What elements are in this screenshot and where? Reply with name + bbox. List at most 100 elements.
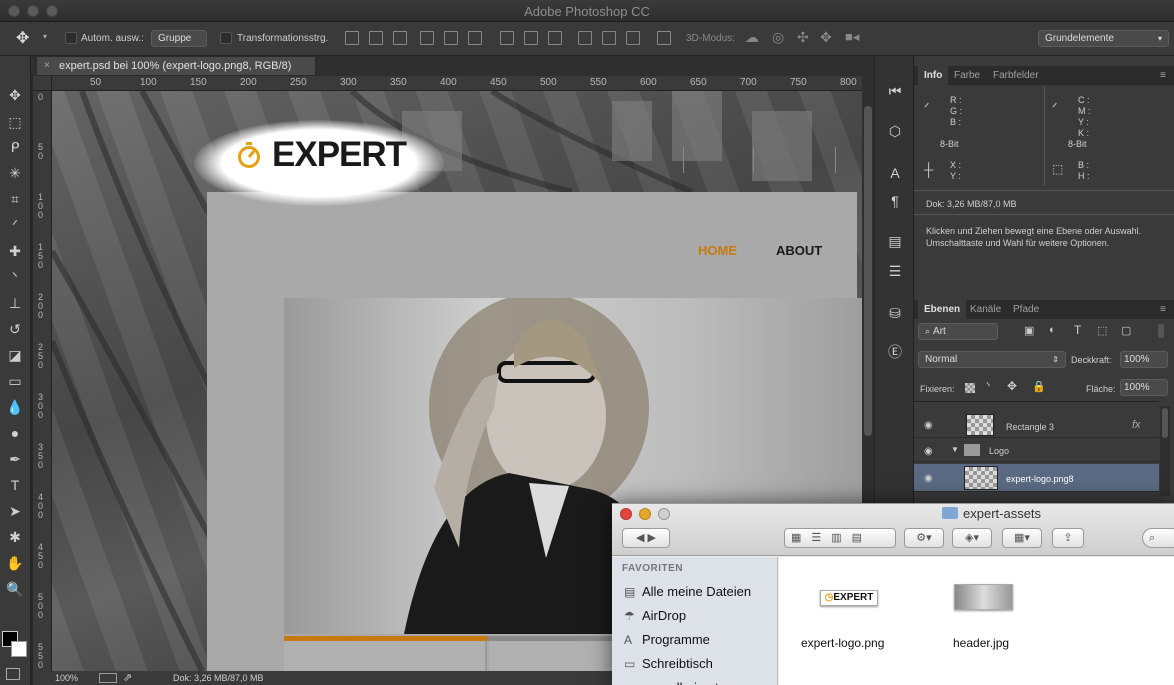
align-right-icon[interactable] bbox=[468, 31, 482, 45]
dodge-tool-icon[interactable]: ● bbox=[3, 422, 27, 444]
arrange-button[interactable]: ▦▾ bbox=[1002, 528, 1042, 548]
close-tab-icon[interactable]: × bbox=[44, 57, 50, 75]
scrollbar-thumb[interactable] bbox=[864, 106, 872, 436]
distribute-top-icon[interactable] bbox=[500, 31, 514, 45]
sidebar-item-programme[interactable]: A Programme bbox=[624, 632, 710, 647]
filter-toggle[interactable] bbox=[1158, 324, 1164, 338]
workspace-dropdown[interactable]: Grundelemente ▾ bbox=[1038, 30, 1169, 47]
character-panel-icon[interactable]: A bbox=[884, 162, 906, 184]
export-icon[interactable] bbox=[99, 673, 117, 683]
history-brush-tool-icon[interactable]: ↺ bbox=[3, 318, 27, 340]
filter-shape-icon[interactable]: ⬚ bbox=[1097, 324, 1107, 337]
header-jpg-thumbnail[interactable] bbox=[954, 584, 1013, 610]
search-field[interactable]: ⌕ bbox=[1142, 528, 1174, 548]
move-tool-icon[interactable]: ✥ bbox=[3, 84, 27, 106]
nav-about[interactable]: ABOUT bbox=[776, 243, 822, 258]
distribute-bottom-icon[interactable] bbox=[548, 31, 562, 45]
align-top-icon[interactable] bbox=[345, 31, 359, 45]
eraser-tool-icon[interactable]: ◪ bbox=[3, 344, 27, 366]
tab-pfade[interactable]: Pfade bbox=[1007, 300, 1045, 319]
paragraph-panel-icon[interactable]: ¶ bbox=[884, 190, 906, 212]
3d-slide-icon[interactable]: ✥ bbox=[820, 29, 832, 46]
auto-select-dropdown[interactable]: Gruppe bbox=[151, 30, 207, 47]
sidebar-item-all-files[interactable]: ▤ Alle meine Dateien bbox=[624, 584, 751, 599]
sidebar-item-home[interactable]: ⌂gerardbeiarst bbox=[624, 680, 719, 685]
panel-menu-icon[interactable]: ≡ bbox=[1154, 300, 1172, 319]
distribute-left-icon[interactable] bbox=[578, 31, 592, 45]
stack-panel-icon[interactable]: ⛁ bbox=[884, 302, 906, 324]
filter-smartobject-icon[interactable]: ▢ bbox=[1121, 324, 1131, 337]
share-button[interactable]: ⇪ bbox=[1052, 528, 1084, 548]
3d-rotate-icon[interactable]: ☁ bbox=[745, 29, 759, 46]
eyedropper-tool-icon[interactable]: ᐟ bbox=[3, 214, 27, 236]
document-tab[interactable]: × expert.psd bei 100% (expert-logo.png8,… bbox=[36, 56, 316, 76]
view-mode-buttons[interactable]: ▦☰▥▤ bbox=[784, 528, 896, 548]
filter-pixel-icon[interactable]: ▣ bbox=[1024, 324, 1034, 337]
action-gear-button[interactable]: ⚙▾ bbox=[904, 528, 944, 548]
layer-fx-icon[interactable]: fx bbox=[1132, 419, 1141, 431]
nav-home[interactable]: HOME bbox=[698, 243, 737, 258]
auto-select-checkbox[interactable] bbox=[65, 32, 77, 44]
blend-mode-dropdown[interactable]: Normal ⇕ bbox=[918, 351, 1066, 368]
comments-panel-icon[interactable]: ☰ bbox=[884, 260, 906, 282]
layer-filter-dropdown[interactable]: ⌕ Art bbox=[918, 323, 998, 340]
zoom-level[interactable]: 100% bbox=[55, 671, 78, 685]
sidebar-item-airdrop[interactable]: ☂ AirDrop bbox=[624, 608, 686, 623]
sidebar-item-desktop[interactable]: ▭ Schreibtisch bbox=[624, 656, 713, 671]
layer-group-row[interactable]: ◉ ▼ Logo bbox=[914, 440, 1159, 462]
tab-farbfelder[interactable]: Farbfelder bbox=[987, 66, 1045, 85]
lock-position-icon[interactable]: ✥ bbox=[1007, 379, 1017, 393]
ruler-origin[interactable] bbox=[33, 76, 52, 91]
magic-wand-tool-icon[interactable]: ✳ bbox=[3, 162, 27, 184]
dropbox-button[interactable]: ◈▾ bbox=[952, 528, 992, 548]
tab-farbe[interactable]: Farbe bbox=[948, 66, 986, 85]
lock-pixels-icon[interactable]: ᐠ bbox=[986, 380, 991, 393]
3d-roll-icon[interactable]: ◎ bbox=[772, 29, 784, 46]
distribute-right-icon[interactable] bbox=[626, 31, 640, 45]
finder-close-button[interactable] bbox=[620, 508, 632, 520]
notes-panel-icon[interactable]: ▤ bbox=[884, 230, 906, 252]
brush-tool-icon[interactable]: ᐠ bbox=[3, 266, 27, 288]
layers-scrollbar[interactable] bbox=[1160, 406, 1170, 496]
gradient-tool-icon[interactable]: ▭ bbox=[3, 370, 27, 392]
filter-adjustment-icon[interactable]: ◐ bbox=[1049, 324, 1056, 336]
visibility-eye-icon[interactable]: ◉ bbox=[924, 420, 933, 431]
file-name[interactable]: header.jpg bbox=[953, 636, 1009, 650]
history-panel-icon[interactable]: ⏮ bbox=[884, 80, 906, 102]
tab-ebenen[interactable]: Ebenen bbox=[918, 300, 967, 319]
visibility-eye-icon[interactable]: ◉ bbox=[924, 446, 933, 457]
extension-panel-icon[interactable]: Ⓔ bbox=[884, 341, 906, 363]
zoom-tool-icon[interactable]: 🔍 bbox=[3, 578, 27, 600]
filter-type-icon[interactable]: T bbox=[1074, 323, 1081, 337]
path-selection-tool-icon[interactable]: ➤ bbox=[3, 500, 27, 522]
layer-row-selected[interactable]: ◉ expert-logo.png8 bbox=[914, 464, 1159, 492]
tab-info[interactable]: Info bbox=[918, 66, 949, 85]
align-hcenter-icon[interactable] bbox=[444, 31, 458, 45]
visibility-eye-icon[interactable]: ◉ bbox=[924, 473, 933, 484]
file-name[interactable]: expert-logo.png bbox=[801, 636, 884, 650]
finder-minimize-button[interactable] bbox=[639, 508, 651, 520]
move-tool-icon[interactable]: ✥ bbox=[16, 28, 29, 48]
type-tool-icon[interactable]: T bbox=[3, 474, 27, 496]
align-bottom-icon[interactable] bbox=[393, 31, 407, 45]
lock-transparency-icon[interactable] bbox=[965, 383, 975, 393]
pen-tool-icon[interactable]: ✒ bbox=[3, 448, 27, 470]
background-color-swatch[interactable] bbox=[11, 641, 27, 657]
3d-panel-icon[interactable]: ⬡ bbox=[884, 120, 906, 142]
opacity-input[interactable]: 100% bbox=[1120, 351, 1168, 368]
distribute-hcenter-icon[interactable] bbox=[602, 31, 616, 45]
hand-tool-icon[interactable]: ✋ bbox=[3, 552, 27, 574]
scrollbar-thumb[interactable] bbox=[1162, 408, 1168, 438]
panel-menu-icon[interactable]: ≡ bbox=[1154, 66, 1172, 85]
healing-brush-tool-icon[interactable]: ✚ bbox=[3, 240, 27, 262]
tool-preset-chevron-icon[interactable]: ▾ bbox=[43, 32, 47, 41]
auto-align-icon[interactable] bbox=[657, 31, 671, 45]
3d-pan-icon[interactable]: ✣ bbox=[797, 29, 809, 46]
align-left-icon[interactable] bbox=[420, 31, 434, 45]
lasso-tool-icon[interactable]: ᑭ bbox=[3, 136, 27, 158]
share-icon[interactable]: ⇗ bbox=[123, 671, 132, 685]
blur-tool-icon[interactable]: 💧 bbox=[3, 396, 27, 418]
stamp-tool-icon[interactable]: ⊥ bbox=[3, 292, 27, 314]
expert-logo-thumbnail[interactable]: ◷EXPERT bbox=[820, 590, 878, 606]
shape-tool-icon[interactable]: ✱ bbox=[3, 526, 27, 548]
